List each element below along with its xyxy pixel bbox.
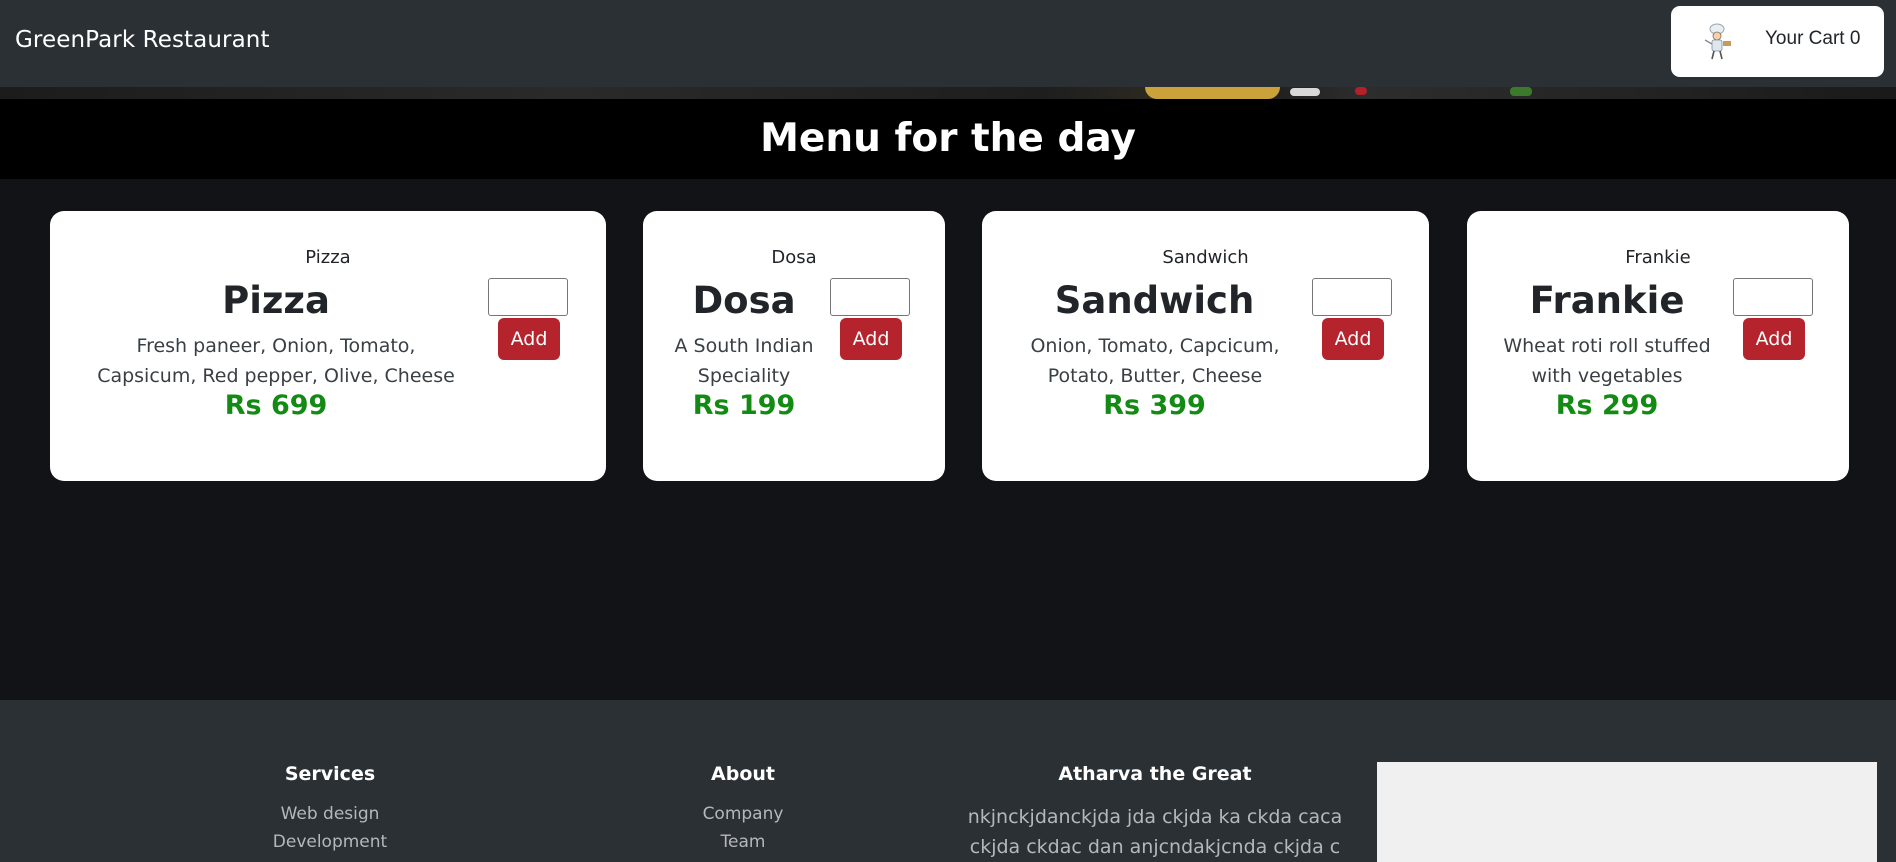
footer-company-title: Atharva the Great <box>1058 763 1252 785</box>
hero-image <box>0 87 1896 99</box>
hero-image-garnish <box>1510 87 1532 96</box>
item-name: Sandwich <box>1054 279 1255 322</box>
cart-button[interactable]: Your Cart 0 <box>1671 6 1884 77</box>
item-category: Dosa <box>771 247 817 268</box>
footer-form-panel <box>1377 762 1877 862</box>
quantity-input[interactable] <box>488 278 568 316</box>
item-price: Rs 399 <box>1103 390 1206 421</box>
add-button[interactable]: Add <box>498 318 560 360</box>
item-price: Rs 699 <box>224 390 328 421</box>
menu-title: Menu for the day <box>760 116 1136 161</box>
item-name: Pizza <box>222 279 330 322</box>
add-button[interactable]: Add <box>1322 318 1384 360</box>
item-description: Wheat roti roll stuffed with vegetables <box>1503 335 1711 387</box>
navbar: GreenPark Restaurant Your Cart 0 <box>0 0 1896 87</box>
footer: Services Web design Development About Co… <box>0 700 1896 862</box>
menu-card-sandwich: Sandwich Sandwich Onion, Tomato, Capcicu… <box>982 211 1429 481</box>
footer-link-company[interactable]: Company <box>643 804 843 824</box>
item-price: Rs 199 <box>692 390 796 421</box>
item-category: Pizza <box>305 247 351 268</box>
item-price: Rs 299 <box>1555 390 1659 421</box>
item-category: Sandwich <box>1162 247 1249 268</box>
hero-image-bowl <box>1145 87 1280 99</box>
footer-services-title: Services <box>284 763 376 785</box>
brand-name[interactable]: GreenPark Restaurant <box>15 27 270 53</box>
item-description: A South Indian Speciality <box>674 335 814 387</box>
quantity-input[interactable] <box>1733 278 1813 316</box>
footer-link-team[interactable]: Team <box>643 832 843 852</box>
hero-image-garnish <box>1355 87 1367 95</box>
item-name: Frankie <box>1529 279 1685 322</box>
item-description: Onion, Tomato, Capcicum, Potato, Butter,… <box>1030 335 1280 387</box>
footer-link-development[interactable]: Development <box>230 832 430 852</box>
footer-about-title: About <box>711 763 775 785</box>
hero-image-garnish <box>1290 88 1320 96</box>
menu-card-dosa: Dosa Dosa A South Indian Speciality Rs 1… <box>643 211 945 481</box>
footer-link-web-design[interactable]: Web design <box>230 804 430 824</box>
menu-title-bar: Menu for the day <box>0 99 1896 179</box>
quantity-input[interactable] <box>1312 278 1392 316</box>
chef-cart-icon <box>1699 22 1735 62</box>
item-category: Frankie <box>1625 247 1691 268</box>
add-button[interactable]: Add <box>840 318 902 360</box>
item-name: Dosa <box>692 279 796 322</box>
add-button[interactable]: Add <box>1743 318 1805 360</box>
menu-card-frankie: Frankie Frankie Wheat roti roll stuffed … <box>1467 211 1849 481</box>
footer-company-text: nkjnckjdanckjda jda ckjda ka ckda caca c… <box>967 806 1343 858</box>
menu-card-pizza: Pizza Pizza Fresh paneer, Onion, Tomato,… <box>50 211 606 481</box>
quantity-input[interactable] <box>830 278 910 316</box>
cart-label: Your Cart 0 <box>1765 28 1861 49</box>
item-description: Fresh paneer, Onion, Tomato, Capsicum, R… <box>97 335 455 387</box>
